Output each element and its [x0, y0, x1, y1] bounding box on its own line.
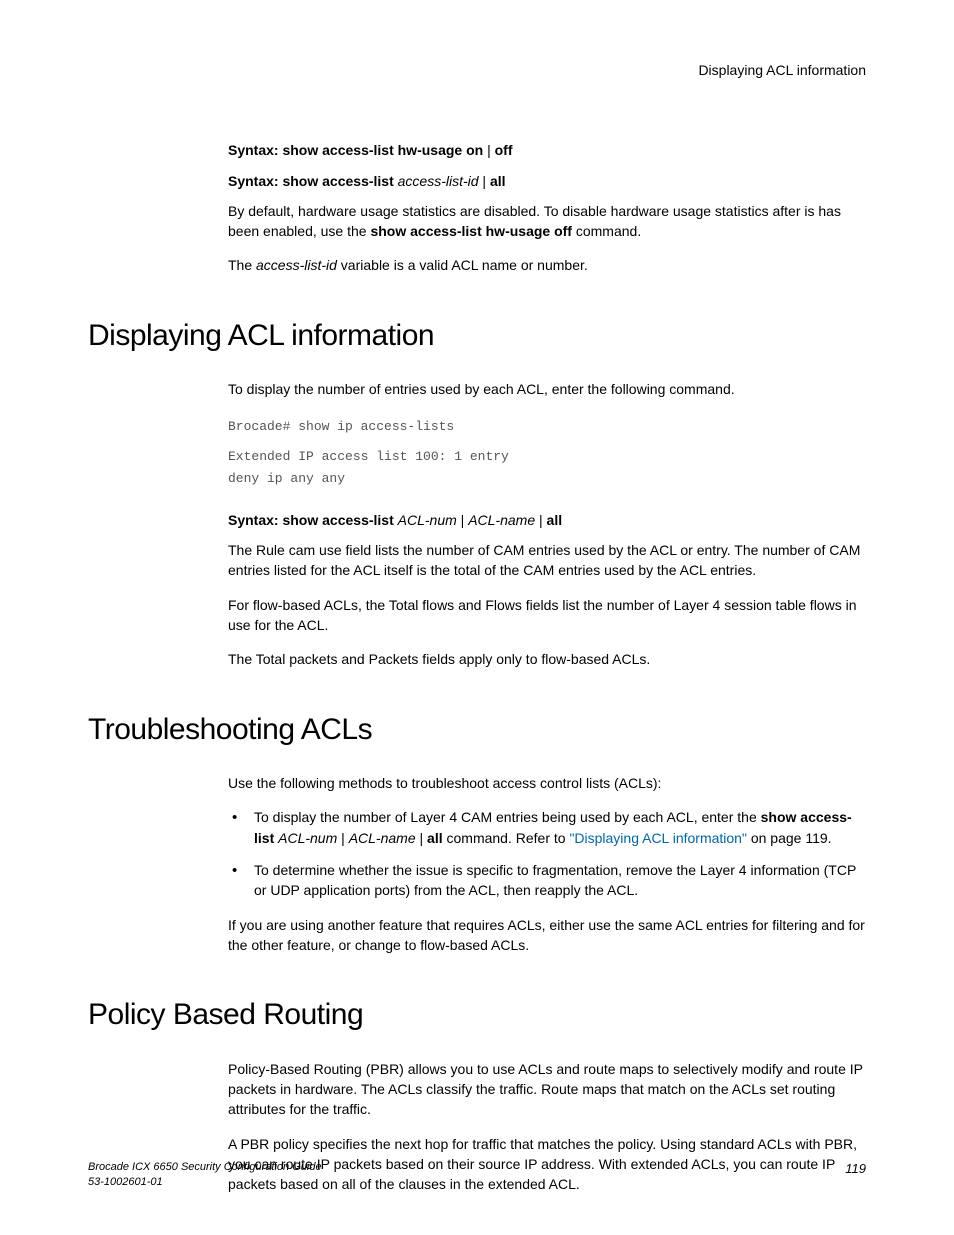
text: command. Refer to [443, 830, 570, 846]
syntax-line-2: Syntax: show access-list access-list-id … [228, 171, 866, 191]
syntax-var: access-list-id [398, 173, 479, 189]
text: To display the number of Layer 4 CAM ent… [254, 809, 761, 825]
code-line: Extended IP access list 100: 1 entry [228, 446, 866, 468]
syntax-off: off [495, 142, 513, 158]
syntax-all: all [490, 173, 506, 189]
body-paragraph: The Rule cam use field lists the number … [228, 540, 866, 581]
section-body: Use the following methods to troubleshoo… [228, 773, 866, 955]
list-item: To determine whether the issue is specif… [228, 860, 866, 901]
code-line: Brocade# show ip access-lists [228, 416, 866, 438]
text: on page 119. [747, 830, 832, 846]
text-italic: access-list-id [256, 257, 337, 273]
code-block: Brocade# show ip access-lists Extended I… [228, 416, 866, 490]
syntax-prefix: Syntax: [228, 142, 282, 158]
body-paragraph: If you are using another feature that re… [228, 915, 866, 956]
syntax-cmd: show access-list [282, 512, 397, 528]
list-item: To display the number of Layer 4 CAM ent… [228, 807, 866, 848]
body-paragraph: The Total packets and Packets fields app… [228, 649, 866, 669]
syntax-line-3: Syntax: show access-list ACL-num | ACL-n… [228, 510, 866, 530]
syntax-line-1: Syntax: show access-list hw-usage on | o… [228, 140, 866, 160]
text: command. [572, 223, 641, 239]
body-paragraph: By default, hardware usage statistics ar… [228, 201, 866, 242]
heading-displaying-acl: Displaying ACL information [88, 314, 866, 358]
body-paragraph: The access-list-id variable is a valid A… [228, 255, 866, 275]
heading-troubleshooting: Troubleshooting ACLs [88, 708, 866, 752]
syntax-all: all [547, 512, 563, 528]
syntax-cmd: show access-list hw-usage on [282, 142, 483, 158]
text: The [228, 257, 256, 273]
body-paragraph: Policy-Based Routing (PBR) allows you to… [228, 1059, 866, 1120]
page-number: 119 [845, 1160, 866, 1179]
syntax-sep: | [457, 512, 468, 528]
text: | [416, 830, 427, 846]
text: | [337, 830, 348, 846]
syntax-var: ACL-num [398, 512, 457, 528]
syntax-sep: | [535, 512, 546, 528]
page-footer: Brocade ICX 6650 Security Configuration … [88, 1160, 866, 1189]
body-paragraph: Use the following methods to troubleshoo… [228, 773, 866, 793]
syntax-prefix: Syntax: [228, 173, 282, 189]
footer-doc-title: Brocade ICX 6650 Security Configuration … [88, 1160, 322, 1174]
body-paragraph: To display the number of entries used by… [228, 379, 866, 399]
text-bold: show access-list hw-usage off [370, 223, 572, 239]
syntax-prefix: Syntax: [228, 512, 282, 528]
spacer [228, 438, 866, 446]
footer-doc-number: 53-1002601-01 [88, 1175, 322, 1189]
syntax-var: ACL-name [468, 512, 535, 528]
bullet-list: To display the number of Layer 4 CAM ent… [228, 807, 866, 900]
code-line: deny ip any any [228, 468, 866, 490]
syntax-sep: | [479, 173, 490, 189]
syntax-sep: | [483, 142, 494, 158]
cross-ref-link[interactable]: "Displaying ACL information" [569, 830, 747, 846]
body-paragraph: For flow-based ACLs, the Total flows and… [228, 595, 866, 636]
footer-left: Brocade ICX 6650 Security Configuration … [88, 1160, 322, 1189]
text-italic: ACL-num [278, 830, 337, 846]
heading-policy-based-routing: Policy Based Routing [88, 993, 866, 1037]
section-body: To display the number of entries used by… [228, 379, 866, 669]
text-bold: all [427, 830, 443, 846]
intro-block: Syntax: show access-list hw-usage on | o… [228, 140, 866, 275]
text-italic: ACL-name [349, 830, 416, 846]
syntax-cmd: show access-list [282, 173, 397, 189]
text: variable is a valid ACL name or number. [337, 257, 588, 273]
running-header: Displaying ACL information [88, 60, 866, 80]
